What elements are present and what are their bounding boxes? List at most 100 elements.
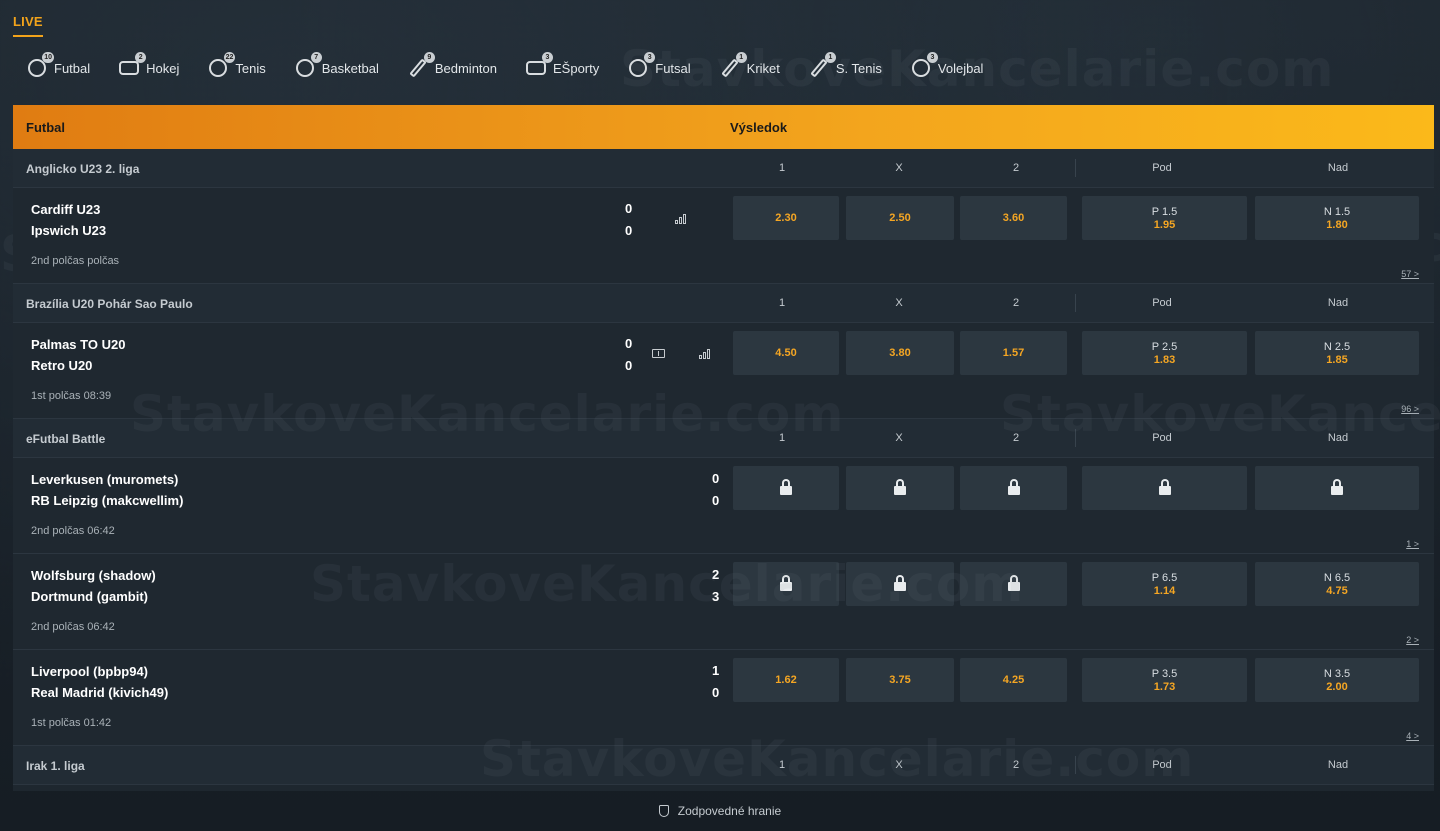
odd-home-button[interactable]: 2.30 — [733, 196, 839, 240]
sport-tab-volejbal[interactable]: 3 Volejbal — [910, 52, 983, 79]
col-label-x: X — [895, 759, 903, 771]
away-score: 0 — [712, 685, 720, 700]
league-name: Brazília U20 Pohár Sao Paulo — [26, 297, 193, 311]
odd-draw-locked — [846, 466, 954, 510]
sport-tab-tenis[interactable]: 22 Tenis — [207, 52, 266, 79]
live-tab[interactable]: LIVE — [13, 14, 43, 37]
sport-tab-futbal[interactable]: 10 Futbal — [26, 52, 90, 79]
odd-draw-button[interactable]: 3.75 — [846, 658, 954, 702]
home-team: Wolfsburg (shadow) — [31, 568, 156, 583]
odd-under-button[interactable]: P 6.5 1.14 — [1082, 562, 1247, 606]
sport-tab-bedminton[interactable]: 9 Bedminton — [407, 52, 497, 79]
lock-icon — [894, 479, 906, 495]
sport-tab-futsal[interactable]: 3 Futsal — [627, 52, 691, 79]
match-row[interactable]: Liverpool (bpbp94) Real Madrid (kivich49… — [13, 650, 1434, 746]
more-markets-link[interactable]: 1 > — [1406, 539, 1419, 549]
away-team: Retro U20 — [31, 358, 93, 373]
away-score: 0 — [712, 493, 720, 508]
league-header[interactable]: eFutbal Battle 1 X 2 Pod Nad — [13, 419, 1434, 458]
sport-tab-basketbal[interactable]: 7 Basketbal — [294, 52, 379, 79]
match-period: 1st polčas 01:42 — [31, 717, 112, 729]
lock-icon — [1007, 479, 1020, 495]
odd-away-locked — [960, 466, 1067, 510]
home-score: 0 — [625, 201, 633, 216]
odd-under-locked — [1082, 466, 1247, 510]
match-row[interactable]: Wolfsburg (shadow) Dortmund (gambit) 2 3… — [13, 554, 1434, 650]
col-label-nad: Nad — [1327, 759, 1349, 771]
col-label-2: 2 — [1012, 162, 1020, 174]
league-header[interactable]: Anglicko U23 2. liga 1 X 2 Pod Nad — [13, 149, 1434, 188]
odd-over-button[interactable]: N 1.5 1.80 — [1255, 196, 1419, 240]
sport-tab-esporty[interactable]: 3 EŠporty — [525, 52, 599, 79]
shuttlecock-icon: 9 — [407, 52, 435, 79]
table-tennis-icon: 1 — [808, 52, 836, 79]
away-team: Ipswich U23 — [31, 223, 107, 238]
column-divider — [1075, 756, 1076, 774]
odd-over-button[interactable]: N 6.5 4.75 — [1255, 562, 1419, 606]
more-markets-link[interactable]: 96 > — [1401, 404, 1419, 414]
odd-home-button[interactable]: 4.50 — [733, 331, 839, 375]
panel-header: Futbal Výsledok — [13, 105, 1434, 149]
sport-tab-kriket[interactable]: 1 Kriket — [719, 52, 780, 79]
odd-home-button[interactable]: 1.62 — [733, 658, 839, 702]
field-tracker-icon[interactable] — [652, 349, 665, 358]
away-score: 3 — [712, 589, 720, 604]
col-label-nad: Nad — [1327, 162, 1349, 174]
home-score: 1 — [712, 663, 720, 678]
odd-over-button[interactable]: N 2.5 1.85 — [1255, 331, 1419, 375]
away-score: 0 — [625, 223, 633, 238]
odd-under-button[interactable]: P 3.5 1.73 — [1082, 658, 1247, 702]
match-row[interactable]: Cardiff U23 Ipswich U23 0 0 2nd polčas p… — [13, 188, 1434, 284]
more-markets-link[interactable]: 57 > — [1401, 269, 1419, 279]
away-team: Dortmund (gambit) — [31, 589, 148, 604]
home-score: 0 — [625, 336, 633, 351]
responsible-gaming-footer[interactable]: Zodpovedné hranie — [0, 791, 1440, 831]
match-period: 1st polčas 08:39 — [31, 390, 112, 402]
odd-home-locked — [733, 466, 839, 510]
match-period: 2nd polčas 06:42 — [31, 621, 115, 633]
lock-icon — [780, 575, 792, 591]
odd-draw-button[interactable]: 3.80 — [846, 331, 954, 375]
odd-away-button[interactable]: 1.57 — [960, 331, 1067, 375]
col-label-1: 1 — [778, 297, 786, 309]
soccer-ball-icon: 10 — [26, 52, 54, 79]
league-header[interactable]: Brazília U20 Pohár Sao Paulo 1 X 2 Pod N… — [13, 284, 1434, 323]
odd-away-locked — [960, 562, 1067, 606]
league-name: eFutbal Battle — [26, 432, 106, 446]
more-markets-link[interactable]: 4 > — [1406, 731, 1419, 741]
lock-icon — [894, 575, 906, 591]
sport-tab-hokej[interactable]: 2 Hokej — [118, 52, 179, 79]
odd-under-button[interactable]: P 2.5 1.83 — [1082, 331, 1247, 375]
away-team: Real Madrid (kivich49) — [31, 685, 169, 700]
col-label-1: 1 — [778, 759, 786, 771]
odd-under-button[interactable]: P 1.5 1.95 — [1082, 196, 1247, 240]
more-markets-link[interactable]: 2 > — [1406, 635, 1419, 645]
col-label-nad: Nad — [1327, 297, 1349, 309]
match-period: 2nd polčas polčas — [31, 255, 120, 267]
column-divider — [1075, 294, 1076, 312]
lock-icon — [1007, 575, 1020, 591]
league-header[interactable]: Irak 1. liga 1 X 2 Pod Nad — [13, 746, 1434, 785]
gamepad-icon: 3 — [525, 52, 553, 79]
col-label-x: X — [895, 297, 903, 309]
match-row[interactable]: Palmas TO U20 Retro U20 0 0 1st polčas 0… — [13, 323, 1434, 419]
odd-away-button[interactable]: 4.25 — [960, 658, 1067, 702]
home-score: 2 — [712, 567, 720, 582]
col-label-2: 2 — [1012, 432, 1020, 444]
column-divider — [1075, 159, 1076, 177]
home-team: Leverkusen (muromets) — [31, 472, 179, 487]
match-row[interactable]: Leverkusen (muromets) RB Leipzig (makcwe… — [13, 458, 1434, 554]
col-label-pod: Pod — [1152, 432, 1172, 444]
odd-home-locked — [733, 562, 839, 606]
lock-icon — [1158, 479, 1171, 495]
live-events-panel: Futbal Výsledok Anglicko U23 2. liga 1 X… — [13, 105, 1434, 791]
responsible-gaming-link[interactable]: Zodpovedné hranie — [678, 804, 781, 818]
odd-away-button[interactable]: 3.60 — [960, 196, 1067, 240]
stats-icon[interactable] — [699, 347, 713, 359]
sport-tab-stenis[interactable]: 1 S. Tenis — [808, 52, 882, 79]
col-label-2: 2 — [1012, 297, 1020, 309]
odd-draw-button[interactable]: 2.50 — [846, 196, 954, 240]
col-label-1: 1 — [778, 432, 786, 444]
odd-over-button[interactable]: N 3.5 2.00 — [1255, 658, 1419, 702]
stats-icon[interactable] — [675, 212, 689, 224]
